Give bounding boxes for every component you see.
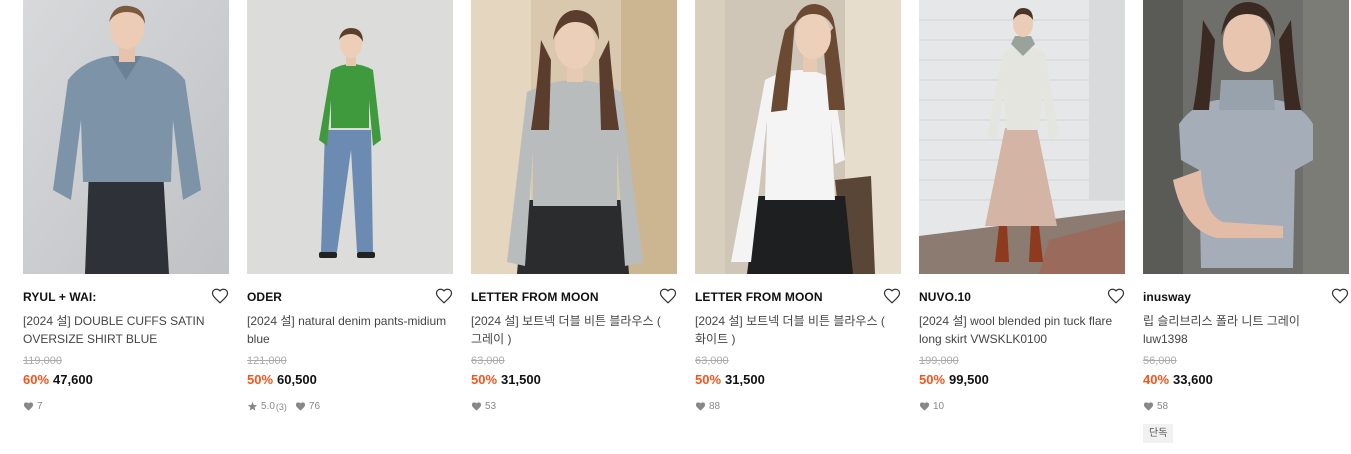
discount-rate: 50% [695,372,722,387]
heart-filled-icon [295,402,305,411]
brand-name[interactable]: NUVO.10 [919,290,971,304]
heart-filled-icon [23,402,34,411]
product-photo-white-blouse [695,0,901,274]
price-row: 50% 31,500 [471,372,541,387]
product-image[interactable] [695,0,901,274]
original-price: 63,000 [471,355,505,367]
sale-price: 99,500 [949,372,989,387]
product-meta: 53 [471,401,496,412]
product-card[interactable]: LETTER FROM MOON [2024 설] 보트넥 더블 비튼 블라우스… [695,0,901,454]
heart-icon[interactable] [1331,287,1349,305]
product-photo-blue-shirt [23,0,229,274]
like-count: 58 [1157,401,1169,412]
heart-filled-icon [471,402,482,411]
brand-name[interactable]: LETTER FROM MOON [471,290,599,304]
product-title[interactable]: 립 슬리브리스 폴라 니트 그레이 luw1398 [1143,312,1343,348]
star-icon [247,401,258,411]
exclusive-badge: 단독 [1143,424,1174,443]
product-title[interactable]: [2024 설] 보트넥 더블 비튼 블라우스 ( 화이트 ) [695,312,895,348]
product-card[interactable]: NUVO.10 [2024 설] wool blended pin tuck f… [919,0,1125,454]
product-title[interactable]: [2024 설] 보트넥 더블 비튼 블라우스 ( 그레이 ) [471,312,671,348]
product-photo-grey-knit [1143,0,1349,274]
original-price: 121,000 [247,355,287,367]
product-photo-green-sweater [247,0,453,274]
heart-icon[interactable] [883,287,901,305]
price-row: 50% 60,500 [247,372,317,387]
price-row: 50% 99,500 [919,372,989,387]
heart-filled-icon [695,402,706,411]
discount-rate: 40% [1143,372,1170,387]
discount-rate: 60% [23,372,50,387]
heart-icon[interactable] [435,287,453,305]
sale-price: 60,500 [277,372,317,387]
product-image[interactable] [1143,0,1349,274]
rating-score: 5.0 [261,401,275,412]
product-meta: 58 [1143,401,1168,412]
sale-price: 33,600 [1173,372,1213,387]
discount-rate: 50% [471,372,498,387]
product-meta: 88 [695,401,720,412]
original-price: 63,000 [695,355,729,367]
brand-name[interactable]: LETTER FROM MOON [695,290,823,304]
original-price: 199,000 [919,355,959,367]
heart-icon[interactable] [211,287,229,305]
product-card[interactable]: LETTER FROM MOON [2024 설] 보트넥 더블 비튼 블라우스… [471,0,677,454]
product-meta: 10 [919,401,944,412]
product-image[interactable] [471,0,677,274]
original-price: 119,000 [23,355,62,367]
product-image[interactable] [23,0,229,274]
product-image[interactable] [919,0,1125,274]
like-count: 88 [709,401,721,412]
sale-price: 31,500 [501,372,541,387]
discount-rate: 50% [247,372,274,387]
product-photo-flare-skirt [919,0,1125,274]
heart-icon[interactable] [659,287,677,305]
product-image[interactable] [247,0,453,274]
product-card[interactable]: RYUL + WAI: [2024 설] DOUBLE CUFFS SATIN … [23,0,229,454]
sale-price: 47,600 [53,372,93,387]
product-meta: 7 [23,401,43,412]
heart-icon[interactable] [1107,287,1125,305]
product-card[interactable]: inusway 립 슬리브리스 폴라 니트 그레이 luw1398 56,000… [1143,0,1349,454]
heart-filled-icon [919,402,930,411]
product-meta: 5.0 (3) 76 [247,401,320,412]
like-count: 7 [37,401,43,412]
price-row: 60% 47,600 [23,372,93,387]
product-title[interactable]: [2024 설] DOUBLE CUFFS SATIN OVERSIZE SHI… [23,312,223,348]
original-price: 56,000 [1143,355,1177,367]
like-count: 10 [933,401,945,412]
product-photo-grey-blouse [471,0,677,274]
product-card[interactable]: ODER [2024 설] natural denim pants-midium… [247,0,453,454]
brand-name[interactable]: RYUL + WAI: [23,290,96,304]
price-row: 50% 31,500 [695,372,765,387]
product-title[interactable]: [2024 설] wool blended pin tuck flare lon… [919,312,1119,348]
brand-name[interactable]: ODER [247,290,282,304]
brand-name[interactable]: inusway [1143,290,1191,304]
review-count: (3) [275,401,287,412]
sale-price: 31,500 [725,372,765,387]
price-row: 40% 33,600 [1143,372,1213,387]
like-count: 53 [485,401,497,412]
discount-rate: 50% [919,372,946,387]
heart-filled-icon [1143,402,1154,411]
product-title[interactable]: [2024 설] natural denim pants-midium blue [247,312,447,348]
like-count: 76 [308,401,321,412]
product-grid: RYUL + WAI: [2024 설] DOUBLE CUFFS SATIN … [23,0,1351,454]
